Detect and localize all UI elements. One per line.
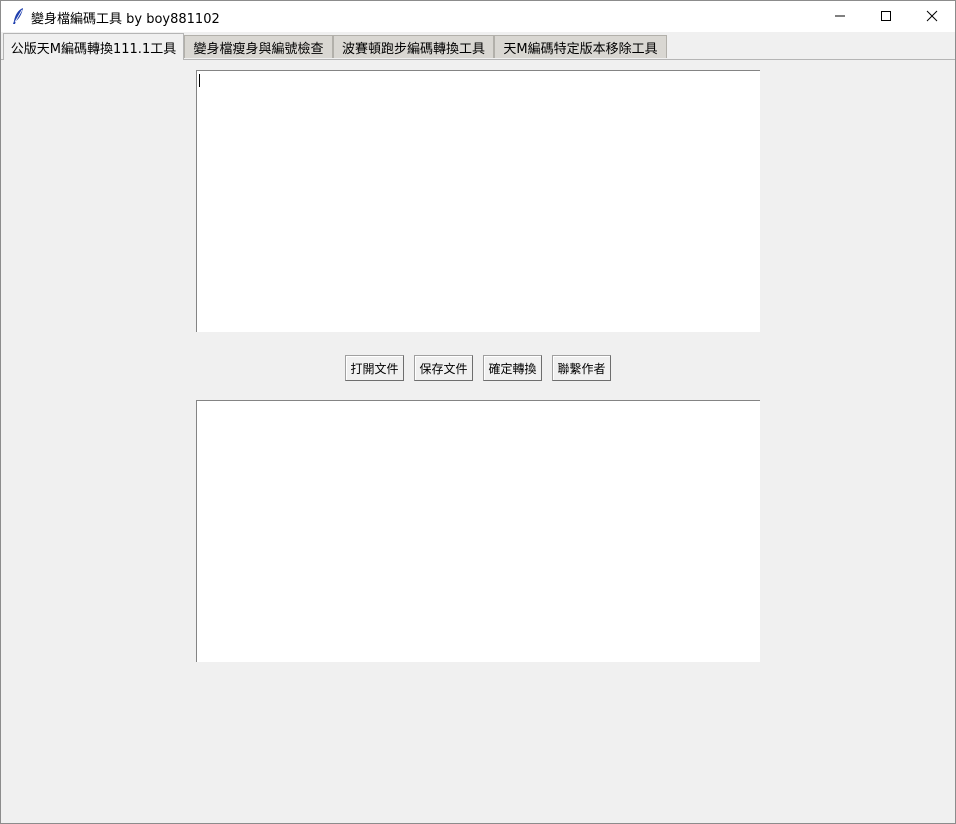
text-caret [199, 74, 200, 87]
maximize-button[interactable] [863, 1, 909, 32]
tab-content: 打開文件 保存文件 確定轉換 聯繫作者 [1, 60, 955, 823]
window-title: 變身檔編碼工具 by boy881102 [31, 12, 220, 27]
output-textarea[interactable] [196, 400, 760, 662]
input-textarea[interactable] [196, 70, 760, 332]
close-button[interactable] [909, 1, 955, 32]
title-bar[interactable]: 變身檔編碼工具 by boy881102 [1, 1, 955, 32]
convert-button[interactable]: 確定轉換 [483, 355, 542, 381]
app-window: 變身檔編碼工具 by boy881102 公版天M編碼轉換111.1工具 變身檔… [0, 0, 956, 824]
open-file-button[interactable]: 打開文件 [345, 355, 404, 381]
tab-poseidon-run-encoding[interactable]: 波賽頓跑步編碼轉換工具 [333, 35, 494, 58]
contact-author-button[interactable]: 聯繫作者 [552, 355, 611, 381]
tab-slim-and-id-check[interactable]: 變身檔瘦身與編號檢查 [184, 35, 333, 58]
tab-tm-encoding-111[interactable]: 公版天M編碼轉換111.1工具 [3, 33, 184, 60]
minimize-button[interactable] [817, 1, 863, 32]
maximize-icon [880, 7, 892, 26]
close-icon [926, 7, 938, 26]
feather-icon [10, 7, 26, 25]
save-file-button[interactable]: 保存文件 [414, 355, 473, 381]
minimize-icon [834, 7, 846, 26]
tab-version-removal[interactable]: 天M編碼特定版本移除工具 [494, 35, 667, 58]
tab-bar: 公版天M編碼轉換111.1工具 變身檔瘦身與編號檢查 波賽頓跑步編碼轉換工具 天… [1, 32, 955, 60]
